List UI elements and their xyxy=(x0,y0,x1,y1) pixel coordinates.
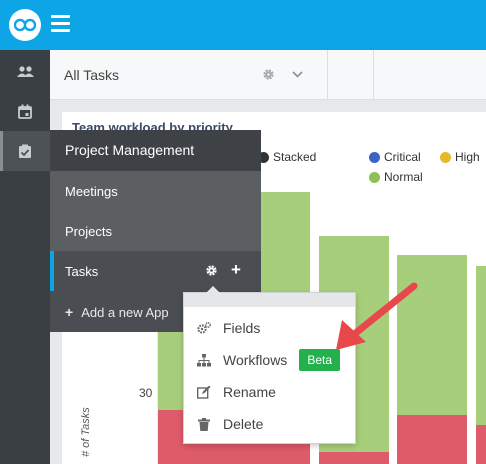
view-title[interactable]: All Tasks xyxy=(64,67,119,83)
gear-icon[interactable] xyxy=(262,68,275,81)
legend-label: Normal xyxy=(384,170,423,184)
edit-icon xyxy=(197,385,211,399)
hamburger-line xyxy=(51,29,70,32)
chevron-down-icon[interactable] xyxy=(291,68,304,81)
legend-label: Stacked xyxy=(273,150,317,164)
view-header: All Tasks xyxy=(50,50,486,100)
sitemap-icon xyxy=(197,353,211,367)
legend-critical[interactable]: Critical xyxy=(369,150,421,164)
calendar-icon xyxy=(18,104,32,119)
gear-icon[interactable] xyxy=(205,264,218,277)
legend-high[interactable]: High xyxy=(440,150,480,164)
plus-icon[interactable]: + xyxy=(231,261,241,278)
menu-toggle-button[interactable] xyxy=(51,15,70,32)
legend-dot xyxy=(369,151,380,163)
legend-label: High xyxy=(455,150,480,164)
legend-stacked[interactable]: Stacked xyxy=(258,150,316,164)
bar-critical xyxy=(397,415,467,464)
add-app-label: Add a new App xyxy=(81,305,169,320)
flyout-item-projects[interactable]: Projects xyxy=(50,211,261,251)
trash-icon xyxy=(197,417,211,431)
infinity-icon xyxy=(14,18,36,32)
gears-icon xyxy=(197,321,211,335)
flyout-item-label: Meetings xyxy=(65,184,118,199)
menu-item-rename[interactable]: Rename xyxy=(184,376,355,408)
y-axis-label: # of Tasks xyxy=(80,407,92,457)
team-icon xyxy=(16,66,34,77)
bar-critical xyxy=(319,452,389,464)
legend-normal[interactable]: Normal xyxy=(369,170,423,184)
flyout-item-tasks[interactable]: Tasks + xyxy=(50,251,261,291)
rail-calendar-button[interactable] xyxy=(0,91,50,131)
app-logo[interactable] xyxy=(9,9,41,41)
header-divider xyxy=(327,50,328,100)
legend-dot xyxy=(369,171,380,183)
annotation-arrow xyxy=(336,282,418,350)
top-bar xyxy=(0,0,486,50)
hamburger-line xyxy=(51,15,70,18)
hamburger-line xyxy=(51,22,70,25)
menu-item-delete[interactable]: Delete xyxy=(184,408,355,440)
rail-team-button[interactable] xyxy=(0,52,50,92)
bar-critical xyxy=(476,425,486,464)
left-rail xyxy=(0,50,50,464)
checklist-icon xyxy=(19,144,31,158)
flyout-item-meetings[interactable]: Meetings xyxy=(50,171,261,211)
plus-icon: + xyxy=(65,304,74,320)
rail-tasks-button[interactable] xyxy=(0,131,50,171)
y-tick-label: 30 xyxy=(139,386,153,400)
menu-item-label: Fields xyxy=(223,320,261,336)
menu-item-label: Delete xyxy=(223,416,264,432)
header-divider xyxy=(373,50,374,100)
legend-dot xyxy=(440,151,451,163)
flyout-item-label: Projects xyxy=(65,224,112,239)
flyout-item-label: Tasks xyxy=(65,264,99,279)
menu-item-label: Rename xyxy=(223,384,276,400)
menu-item-label: Workflows xyxy=(223,352,288,368)
legend-label: Critical xyxy=(384,150,421,164)
menu-caret xyxy=(206,286,220,293)
flyout-title[interactable]: Project Management xyxy=(50,130,261,171)
